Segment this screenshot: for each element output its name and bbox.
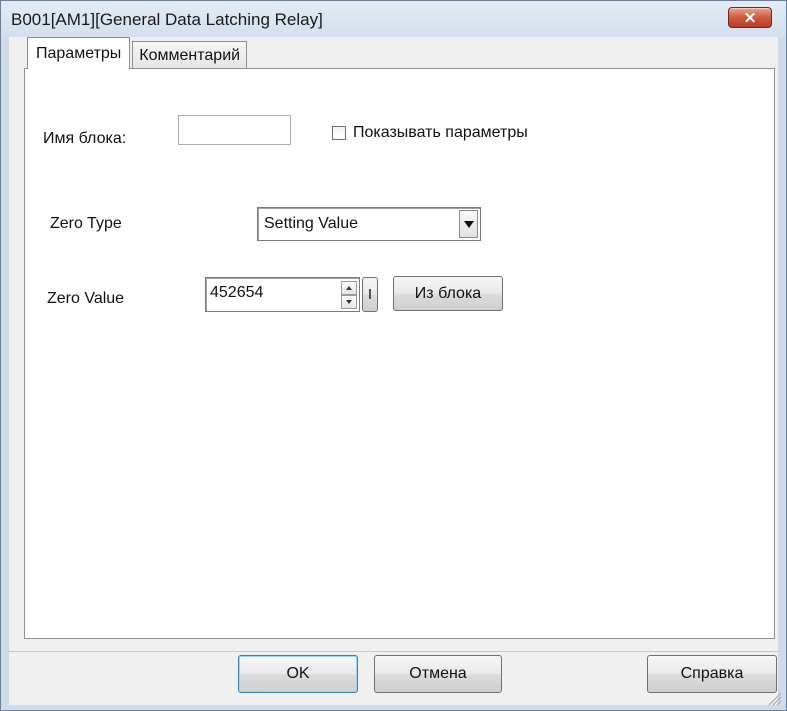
title-bar[interactable]: B001[AM1][General Data Latching Relay] ✕ bbox=[1, 1, 786, 37]
tab-comment[interactable]: Комментарий bbox=[132, 41, 248, 69]
footer-separator bbox=[9, 651, 778, 652]
tab-parameters[interactable]: Параметры bbox=[27, 37, 131, 69]
dialog-window: B001[AM1][General Data Latching Relay] ✕… bbox=[0, 0, 787, 711]
zero-value-input[interactable]: 452654 bbox=[205, 277, 360, 312]
dropdown-button[interactable] bbox=[459, 210, 478, 238]
spin-down-button[interactable] bbox=[341, 295, 357, 309]
small-i-button[interactable]: I bbox=[362, 277, 378, 312]
spin-up-button[interactable] bbox=[341, 281, 357, 295]
spin-down-icon bbox=[346, 300, 352, 304]
block-name-input[interactable] bbox=[178, 115, 291, 145]
close-button[interactable]: ✕ bbox=[728, 7, 772, 28]
zero-value-spinner[interactable] bbox=[341, 281, 357, 309]
zero-value-text: 452654 bbox=[210, 284, 264, 301]
block-name-label: Имя блока: bbox=[43, 130, 127, 147]
resize-grip-icon[interactable] bbox=[766, 690, 782, 706]
show-params-label: Показывать параметры bbox=[353, 124, 528, 141]
zero-value-label: Zero Value bbox=[47, 290, 125, 307]
zero-type-select[interactable]: Setting Value bbox=[257, 207, 481, 241]
ok-button[interactable]: OK bbox=[238, 655, 358, 693]
show-params-checkbox[interactable] bbox=[332, 126, 346, 140]
window-title: B001[AM1][General Data Latching Relay] bbox=[11, 10, 323, 29]
spin-up-icon bbox=[346, 286, 352, 290]
zero-type-label: Zero Type bbox=[50, 215, 122, 232]
chevron-down-icon bbox=[463, 220, 474, 228]
parameters-panel: Имя блока: Показывать параметры Zero Typ… bbox=[24, 68, 775, 639]
cancel-button[interactable]: Отмена bbox=[374, 655, 502, 693]
close-icon: ✕ bbox=[743, 9, 757, 27]
help-button[interactable]: Справка bbox=[647, 655, 777, 693]
tab-strip: Параметры Комментарий bbox=[27, 37, 248, 69]
zero-type-value: Setting Value bbox=[264, 215, 358, 232]
from-block-button[interactable]: Из блока bbox=[393, 276, 503, 311]
